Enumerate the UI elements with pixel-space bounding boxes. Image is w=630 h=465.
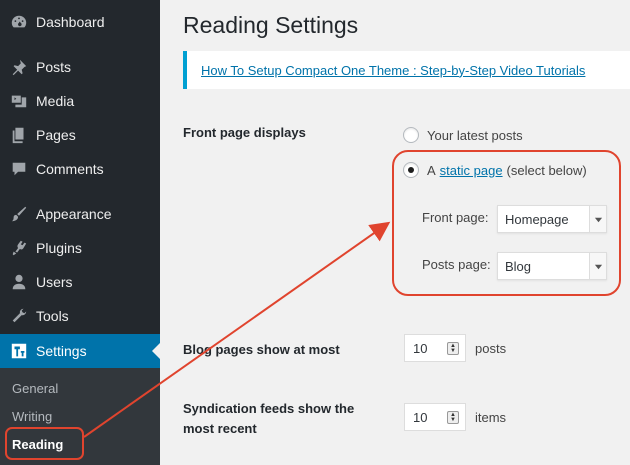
sidebar-item-label: Plugins bbox=[36, 240, 82, 256]
sidebar-item-tools[interactable]: Tools bbox=[0, 299, 160, 333]
submenu-item-writing[interactable]: Writing bbox=[12, 409, 52, 424]
spinner-icon[interactable]: ▲ ▼ bbox=[447, 342, 459, 355]
media-icon bbox=[9, 91, 29, 111]
submenu-item-general[interactable]: General bbox=[12, 381, 58, 396]
sidebar-item-pages[interactable]: Pages bbox=[0, 118, 160, 152]
plugin-icon bbox=[9, 238, 29, 258]
number-value: 10 bbox=[413, 409, 428, 425]
sidebar-item-label: Comments bbox=[36, 161, 104, 177]
settings-icon bbox=[9, 341, 29, 361]
sidebar-item-media[interactable]: Media bbox=[0, 84, 160, 118]
wrench-icon bbox=[9, 306, 29, 326]
sidebar-item-appearance[interactable]: Appearance bbox=[0, 197, 160, 231]
sidebar-item-label: Users bbox=[36, 274, 73, 290]
spinner-icon[interactable]: ▲ ▼ bbox=[447, 411, 459, 424]
blog-pages-unit: posts bbox=[475, 341, 507, 356]
sidebar-item-comments[interactable]: Comments bbox=[0, 152, 160, 186]
front-page-displays-label: Front page displays bbox=[183, 125, 306, 140]
sidebar-item-label: Tools bbox=[36, 308, 69, 324]
sidebar-item-dashboard[interactable]: Dashboard bbox=[0, 5, 160, 39]
active-indicator bbox=[152, 343, 160, 359]
annotation-reading-box bbox=[5, 427, 84, 460]
sidebar-item-users[interactable]: Users bbox=[0, 265, 160, 299]
sidebar-item-label: Posts bbox=[36, 59, 72, 75]
page-title: Reading Settings bbox=[183, 12, 359, 38]
brush-icon bbox=[9, 204, 29, 224]
dashboard-icon bbox=[9, 12, 29, 32]
sidebar-item-label: Pages bbox=[36, 127, 76, 143]
sidebar-item-posts[interactable]: Posts bbox=[0, 50, 160, 84]
sidebar-item-settings[interactable]: Settings bbox=[0, 334, 160, 368]
tutorial-notice: How To Setup Compact One Theme : Step-by… bbox=[183, 51, 630, 89]
comments-icon bbox=[9, 159, 29, 179]
admin-sidebar: Dashboard Posts Media Pages Comments App… bbox=[0, 0, 160, 465]
sidebar-item-plugins[interactable]: Plugins bbox=[0, 231, 160, 265]
sidebar-item-label: Appearance bbox=[36, 206, 112, 222]
syndication-label-line1: Syndication feeds show the bbox=[183, 401, 355, 416]
number-value: 10 bbox=[413, 340, 428, 356]
sidebar-item-label: Settings bbox=[36, 343, 87, 359]
radio-button[interactable] bbox=[403, 127, 419, 143]
pages-icon bbox=[9, 125, 29, 145]
radio-latest-posts[interactable]: Your latest posts bbox=[403, 127, 523, 143]
blog-pages-label: Blog pages show at most bbox=[183, 342, 340, 357]
syndication-label-line2: most recent bbox=[183, 421, 257, 436]
user-icon bbox=[9, 272, 29, 292]
radio-label: Your latest posts bbox=[427, 127, 523, 143]
syndication-number-input[interactable]: 10 ▲ ▼ bbox=[404, 403, 466, 431]
tutorial-link[interactable]: How To Setup Compact One Theme : Step-by… bbox=[201, 63, 585, 78]
syndication-unit: items bbox=[475, 410, 507, 425]
sidebar-item-label: Dashboard bbox=[36, 14, 105, 30]
annotation-highlight-box bbox=[392, 150, 621, 296]
blog-pages-number-input[interactable]: 10 ▲ ▼ bbox=[404, 334, 466, 362]
sidebar-item-label: Media bbox=[36, 93, 75, 109]
pin-icon bbox=[9, 57, 29, 77]
